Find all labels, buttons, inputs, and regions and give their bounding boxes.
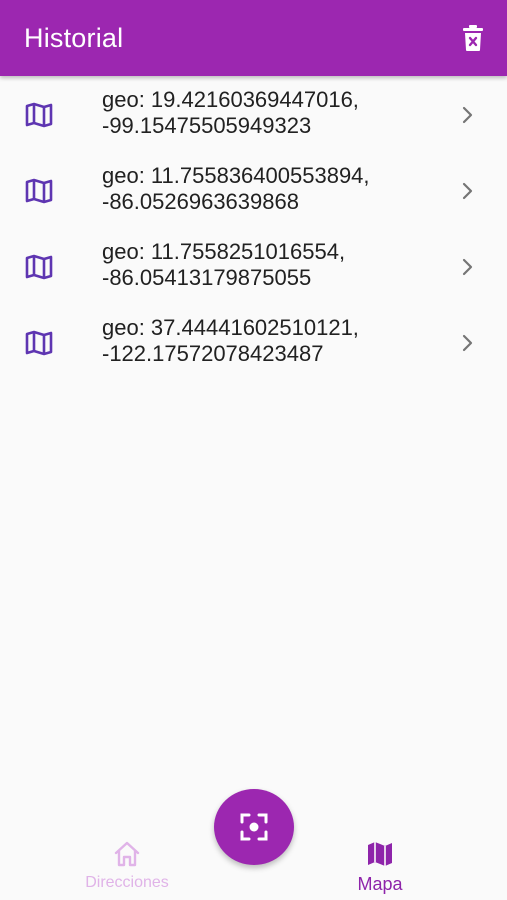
history-item-text: geo: 11.7558251016554, -86.0541317987505… [102,239,345,291]
history-item-line1: geo: 37.44441602510121, [102,315,359,340]
history-item[interactable]: geo: 19.42160369447016, -99.154755059493… [0,76,507,152]
nav-item-mapa[interactable]: Mapa [300,824,460,900]
map-icon [25,178,53,204]
history-item-text: geo: 37.44441602510121, -122.17572078423… [102,315,359,367]
history-item[interactable]: geo: 37.44441602510121, -122.17572078423… [0,304,507,380]
history-item-line2: -122.17572078423487 [102,341,324,366]
history-item[interactable]: geo: 11.7558251016554, -86.0541317987505… [0,228,507,304]
nav-item-label: Direcciones [85,874,169,891]
history-list: geo: 19.42160369447016, -99.154755059493… [0,76,507,380]
history-item[interactable]: geo: 11.755836400553894, -86.05269636398… [0,152,507,228]
history-item-text: geo: 11.755836400553894, -86.05269636398… [102,163,370,215]
history-item-line1: geo: 11.755836400553894, [102,163,370,188]
map-icon [25,102,53,128]
history-item-line2: -99.15475505949323 [102,113,312,138]
delete-icon [463,25,483,51]
chevron-right-icon [462,182,473,200]
history-item-line1: geo: 19.42160369447016, [102,87,359,112]
map-icon [368,842,392,866]
map-icon [25,254,53,280]
nav-item-label: Mapa [357,874,403,894]
home-icon [114,841,140,867]
app-bar: Historial [0,0,507,76]
chevron-right-icon [462,334,473,352]
delete-history-button[interactable] [449,14,497,62]
chevron-right-icon [462,106,473,124]
scan-fab-button[interactable] [214,789,294,865]
chevron-right-icon [462,258,473,276]
page-title: Historial [24,23,124,53]
history-item-text: geo: 19.42160369447016, -99.154755059493… [102,87,359,139]
nav-item-direcciones[interactable]: Direcciones [47,824,207,900]
history-item-line1: geo: 11.7558251016554, [102,239,346,264]
scan-icon [240,813,268,841]
map-icon [25,330,53,356]
history-item-line2: -86.0526963639868 [102,189,299,214]
history-item-line2: -86.05413179875055 [102,265,312,290]
